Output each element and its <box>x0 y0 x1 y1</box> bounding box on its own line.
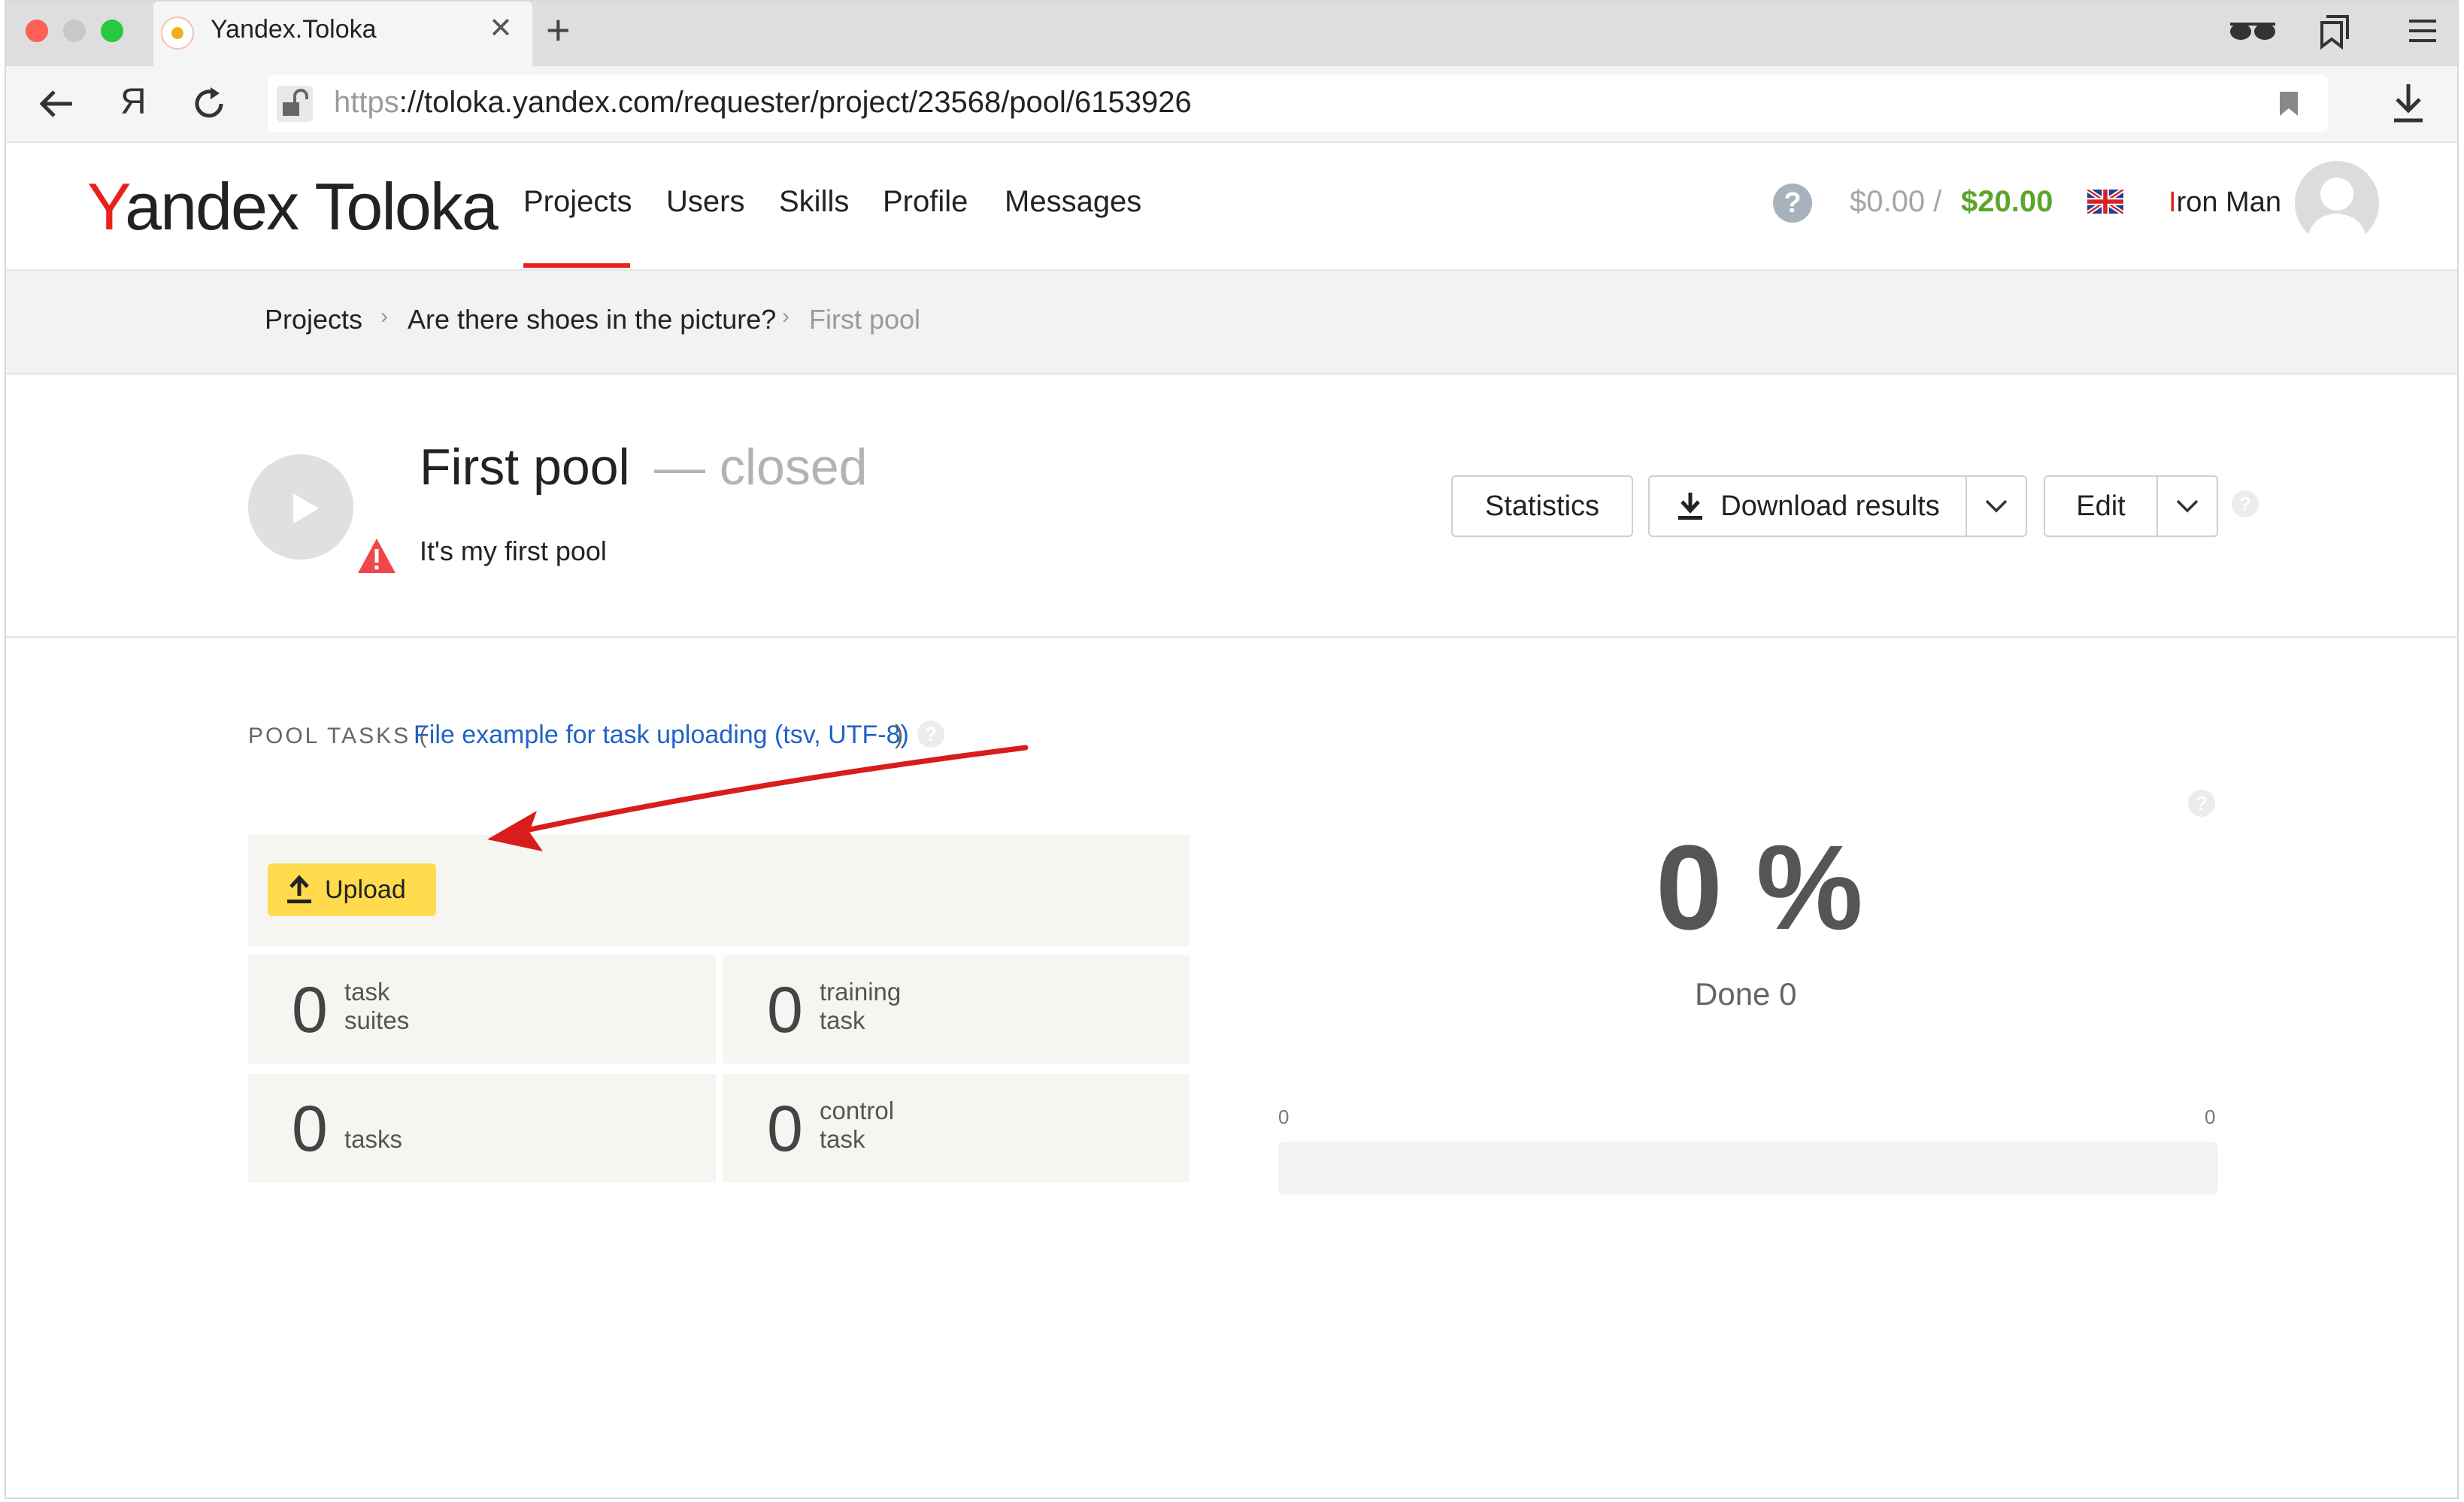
window-frame <box>5 0 2459 1499</box>
